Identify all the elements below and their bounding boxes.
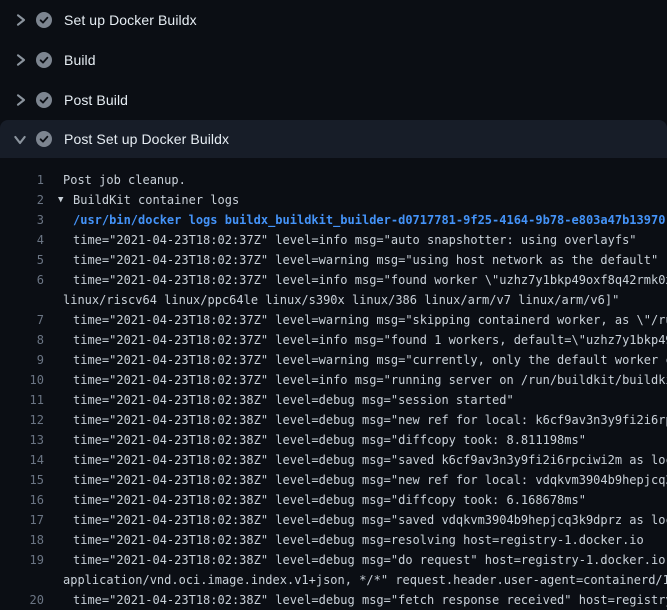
log-line-number[interactable]: 19 xyxy=(0,550,44,570)
log-line-number[interactable]: 7 xyxy=(0,310,44,330)
log-line-text: time="2021-04-23T18:02:37Z" level=warnin… xyxy=(44,250,658,270)
log-line-text: time="2021-04-23T18:02:38Z" level=debug … xyxy=(44,510,667,530)
log-line: 2▼BuildKit container logs xyxy=(0,190,667,210)
log-line: 14time="2021-04-23T18:02:38Z" level=debu… xyxy=(0,450,667,470)
log-line-text: time="2021-04-23T18:02:37Z" level=info m… xyxy=(44,370,667,390)
log-line: 13time="2021-04-23T18:02:38Z" level=debu… xyxy=(0,430,667,450)
log-line-number[interactable]: 17 xyxy=(0,510,44,530)
log-line-number[interactable]: 2 xyxy=(0,190,44,210)
log-line-text: time="2021-04-23T18:02:37Z" level=warnin… xyxy=(44,310,667,330)
log-group-toggle[interactable]: ▼BuildKit container logs xyxy=(44,190,239,210)
chevron-right-icon xyxy=(12,92,28,108)
chevron-right-icon xyxy=(12,12,28,28)
log-line-text: time="2021-04-23T18:02:37Z" level=info m… xyxy=(44,270,667,290)
log-line: 11time="2021-04-23T18:02:38Z" level=debu… xyxy=(0,390,667,410)
log-line: 16time="2021-04-23T18:02:38Z" level=debu… xyxy=(0,490,667,510)
log-line-number xyxy=(0,290,44,310)
log-line: 15time="2021-04-23T18:02:38Z" level=debu… xyxy=(0,470,667,490)
log-line: 1Post job cleanup. xyxy=(0,170,667,190)
log-line-number[interactable]: 13 xyxy=(0,430,44,450)
log-line-number[interactable]: 5 xyxy=(0,250,44,270)
log-group-label: BuildKit container logs xyxy=(73,190,239,210)
step-header-post-build[interactable]: Post Build xyxy=(0,80,667,120)
log-line: linux/riscv64 linux/ppc64le linux/s390x … xyxy=(0,290,667,310)
log-line-number[interactable]: 18 xyxy=(0,530,44,550)
log-line-number xyxy=(0,570,44,590)
step-header-set-up-docker-buildx[interactable]: Set up Docker Buildx xyxy=(0,0,667,40)
log-line-text: application/vnd.oci.image.index.v1+json,… xyxy=(44,570,667,590)
log-line-number[interactable]: 3 xyxy=(0,210,44,230)
log-line-text: time="2021-04-23T18:02:38Z" level=debug … xyxy=(44,590,667,610)
log-line-text: time="2021-04-23T18:02:38Z" level=debug … xyxy=(44,470,667,490)
log-line-text: time="2021-04-23T18:02:38Z" level=debug … xyxy=(44,530,644,550)
log-line-number[interactable]: 9 xyxy=(0,350,44,370)
step-title: Post Build xyxy=(64,92,128,108)
log-command-text: /usr/bin/docker logs buildx_buildkit_bui… xyxy=(44,210,665,230)
step-title: Set up Docker Buildx xyxy=(64,12,197,28)
log-line-number[interactable]: 4 xyxy=(0,230,44,250)
log-line-text: time="2021-04-23T18:02:38Z" level=debug … xyxy=(44,410,667,430)
check-circle-icon xyxy=(36,52,52,68)
log-line: application/vnd.oci.image.index.v1+json,… xyxy=(0,570,667,590)
log-line: 6time="2021-04-23T18:02:37Z" level=info … xyxy=(0,270,667,290)
log-line-text: time="2021-04-23T18:02:37Z" level=info m… xyxy=(44,230,637,250)
log-line-text: time="2021-04-23T18:02:37Z" level=warnin… xyxy=(44,350,667,370)
log-line-text: time="2021-04-23T18:02:37Z" level=info m… xyxy=(44,330,667,350)
log-line: 10time="2021-04-23T18:02:37Z" level=info… xyxy=(0,370,667,390)
log-line-number[interactable]: 8 xyxy=(0,330,44,350)
log-line: 5time="2021-04-23T18:02:37Z" level=warni… xyxy=(0,250,667,270)
check-circle-icon xyxy=(36,131,52,147)
chevron-down-icon xyxy=(12,131,28,147)
log-line-text: time="2021-04-23T18:02:38Z" level=debug … xyxy=(44,390,514,410)
log-line-number[interactable]: 15 xyxy=(0,470,44,490)
log-line: 12time="2021-04-23T18:02:38Z" level=debu… xyxy=(0,410,667,430)
log-line-number[interactable]: 12 xyxy=(0,410,44,430)
check-circle-icon xyxy=(36,12,52,28)
log-line: 17time="2021-04-23T18:02:38Z" level=debu… xyxy=(0,510,667,530)
log-line-number[interactable]: 20 xyxy=(0,590,44,610)
chevron-right-icon xyxy=(12,52,28,68)
log-line: 18time="2021-04-23T18:02:38Z" level=debu… xyxy=(0,530,667,550)
log-line: 9time="2021-04-23T18:02:37Z" level=warni… xyxy=(0,350,667,370)
log-line-text: linux/riscv64 linux/ppc64le linux/s390x … xyxy=(44,290,619,310)
log-line-text: time="2021-04-23T18:02:38Z" level=debug … xyxy=(44,430,586,450)
log-line: 19time="2021-04-23T18:02:38Z" level=debu… xyxy=(0,550,667,570)
step-header-build[interactable]: Build xyxy=(0,40,667,80)
check-circle-icon xyxy=(36,92,52,108)
group-expander-icon[interactable]: ▼ xyxy=(58,190,73,210)
step-title: Post Set up Docker Buildx xyxy=(64,131,229,147)
log-line-text: time="2021-04-23T18:02:38Z" level=debug … xyxy=(44,450,667,470)
log-line-number[interactable]: 10 xyxy=(0,370,44,390)
actions-log-viewer: Set up Docker Buildx Build Post Build Post … xyxy=(0,0,667,610)
log-output: 1Post job cleanup.2▼BuildKit container l… xyxy=(0,158,667,610)
step-header-post-set-up-docker-buildx[interactable]: Post Set up Docker Buildx xyxy=(0,120,667,158)
log-line: 20time="2021-04-23T18:02:38Z" level=debu… xyxy=(0,590,667,610)
log-line: 8time="2021-04-23T18:02:37Z" level=info … xyxy=(0,330,667,350)
log-line-text: time="2021-04-23T18:02:38Z" level=debug … xyxy=(44,490,586,510)
log-line: 7time="2021-04-23T18:02:37Z" level=warni… xyxy=(0,310,667,330)
log-line-number[interactable]: 6 xyxy=(0,270,44,290)
log-line-text: Post job cleanup. xyxy=(44,170,186,190)
step-title: Build xyxy=(64,52,96,68)
log-line: 3/usr/bin/docker logs buildx_buildkit_bu… xyxy=(0,210,667,230)
log-line-number[interactable]: 16 xyxy=(0,490,44,510)
log-line-number[interactable]: 14 xyxy=(0,450,44,470)
steps-list: Set up Docker Buildx Build Post Build Post … xyxy=(0,0,667,158)
log-line-number[interactable]: 1 xyxy=(0,170,44,190)
log-line-text: time="2021-04-23T18:02:38Z" level=debug … xyxy=(44,550,667,570)
log-line: 4time="2021-04-23T18:02:37Z" level=info … xyxy=(0,230,667,250)
log-line-number[interactable]: 11 xyxy=(0,390,44,410)
